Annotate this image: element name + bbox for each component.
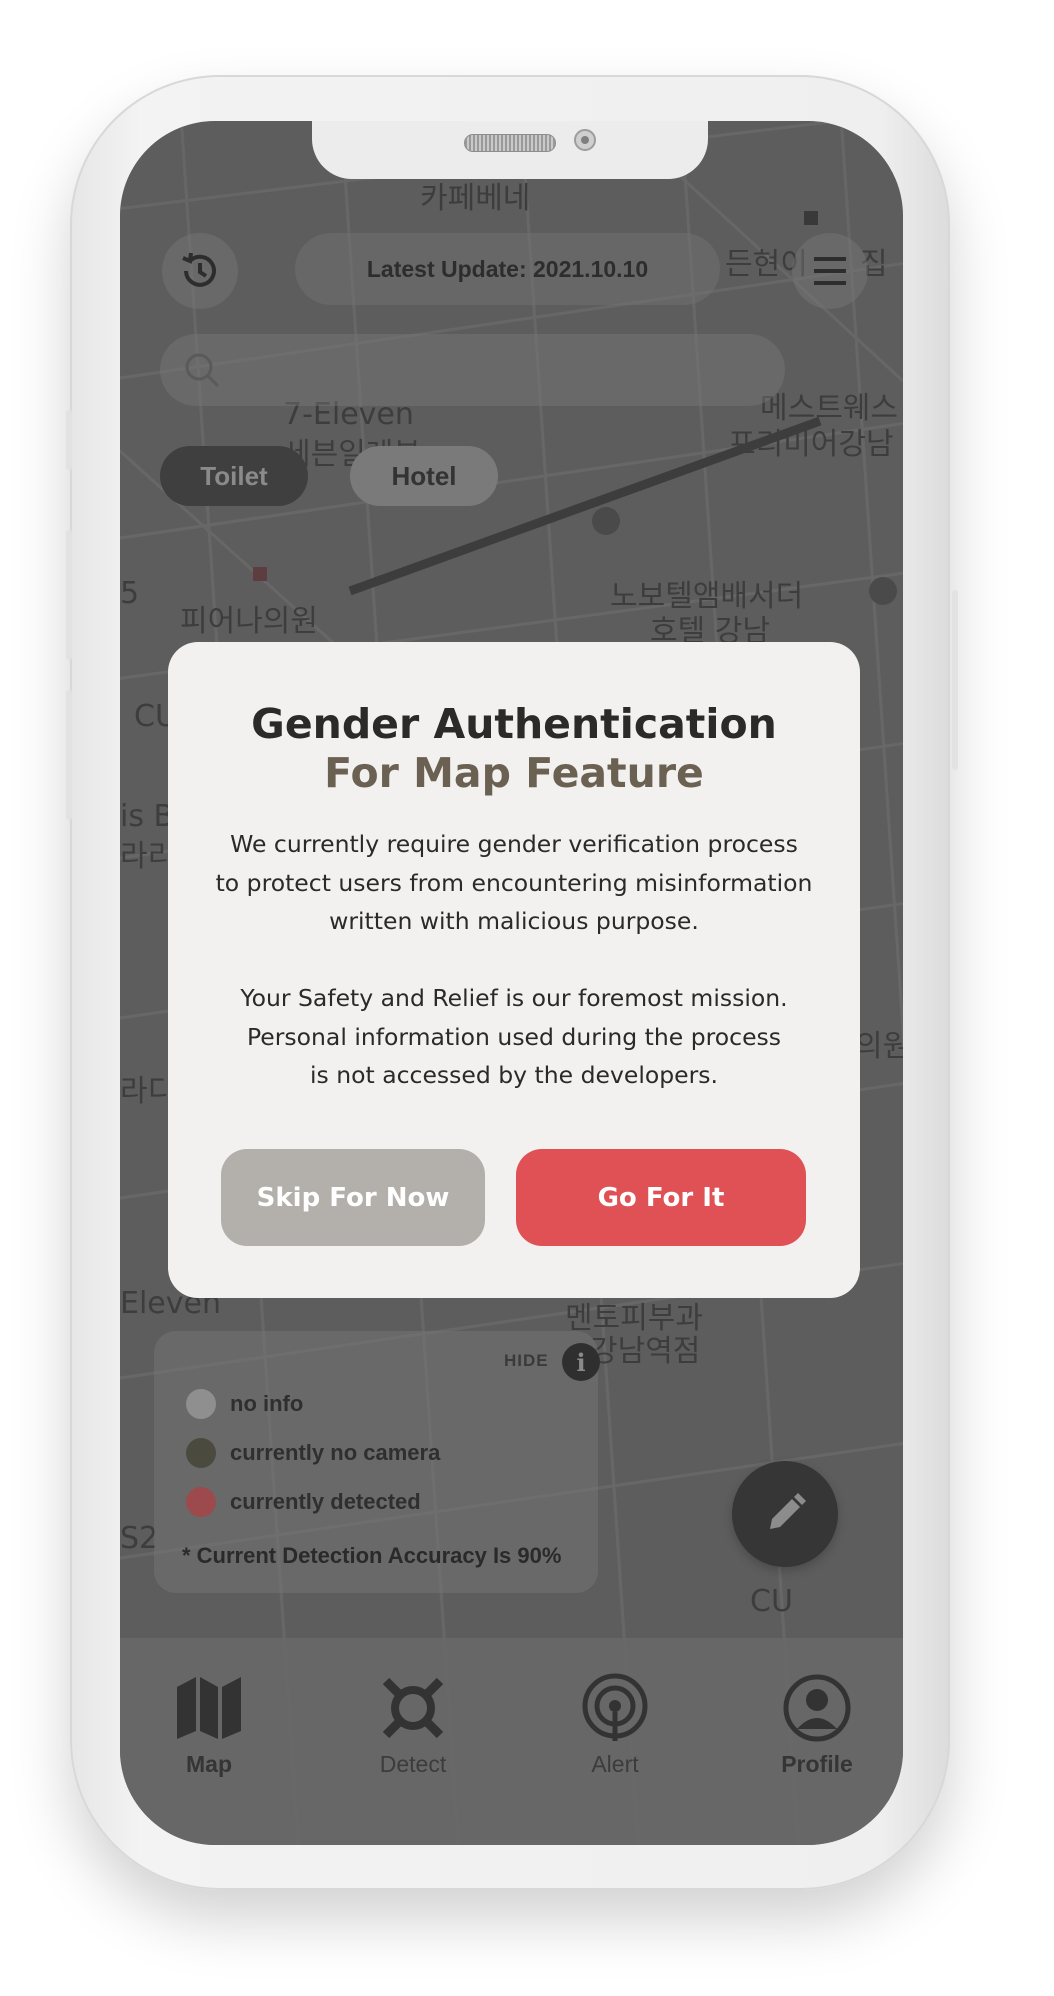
legend-panel: HIDE i no info currently no camera curre… <box>154 1331 600 1593</box>
hamburger-menu-icon <box>814 257 846 285</box>
phone-side-button <box>66 530 72 660</box>
nav-label: Map <box>186 1751 232 1777</box>
phone-side-button <box>66 410 72 470</box>
gender-authentication-dialog: Gender Authentication For Map Feature We… <box>168 642 860 1298</box>
dialog-text-line: written with malicious purpose. <box>329 907 699 935</box>
dialog-title: Gender Authentication <box>251 700 777 748</box>
dialog-text-line: to protect users from encountering misin… <box>215 868 813 897</box>
nav-item-map[interactable]: Map <box>139 1673 279 1778</box>
legend-label: currently detected <box>230 1489 421 1514</box>
history-button[interactable] <box>162 233 238 309</box>
nav-label: Detect <box>379 1751 447 1777</box>
phone-notch <box>312 121 708 179</box>
profile-icon <box>783 1674 851 1742</box>
detect-icon <box>382 1677 444 1739</box>
bottom-navigation: Map Detect Alert Profile <box>120 1638 903 1845</box>
skip-for-now-button[interactable]: Skip For Now <box>221 1149 485 1246</box>
latest-update-badge: Latest Update: 2021.10.10 <box>295 233 720 305</box>
pencil-icon <box>770 1493 806 1529</box>
detection-accuracy-note: * Current Detection Accuracy Is 90% <box>182 1543 562 1568</box>
menu-button[interactable] <box>792 233 868 309</box>
speaker-grille <box>464 134 556 152</box>
legend-hide-button[interactable]: HIDE <box>504 1351 549 1371</box>
write-report-button[interactable] <box>732 1461 838 1567</box>
dialog-paragraph: We currently require gender verification… <box>188 825 840 941</box>
history-icon <box>182 252 216 287</box>
search-icon <box>185 353 220 388</box>
legend-label: currently no camera <box>230 1440 441 1465</box>
legend-item: currently no camera <box>186 1438 440 1468</box>
nav-label: Profile <box>781 1751 853 1777</box>
dialog-subtitle: For Map Feature <box>324 749 704 797</box>
nav-item-profile[interactable]: Profile <box>747 1673 887 1778</box>
legend-dot-gray <box>186 1389 216 1419</box>
nav-label: Alert <box>591 1751 639 1777</box>
front-camera <box>574 129 596 151</box>
dialog-text-line: is not accessed by the developers. <box>310 1061 718 1089</box>
legend-dot-red <box>186 1487 216 1517</box>
map-icon <box>177 1677 241 1739</box>
alert-icon <box>582 1673 648 1741</box>
filter-chip-hotel[interactable]: Hotel <box>350 446 498 506</box>
legend-dot-dark <box>186 1438 216 1468</box>
legend-label: no info <box>230 1391 304 1416</box>
phone-side-button <box>66 690 72 820</box>
dialog-text-line: Your Safety and Relief is our foremost m… <box>240 984 788 1012</box>
legend-item: currently detected <box>186 1487 421 1517</box>
dialog-text-line: Personal information used during the pro… <box>246 1022 782 1051</box>
phone-side-button <box>952 590 958 770</box>
legend-item: no info <box>186 1389 303 1419</box>
nav-item-alert[interactable]: Alert <box>545 1673 685 1778</box>
info-icon[interactable]: i <box>562 1343 600 1381</box>
dialog-paragraph: Your Safety and Relief is our foremost m… <box>188 979 840 1095</box>
search-input[interactable] <box>160 334 785 406</box>
filter-chip-toilet[interactable]: Toilet <box>160 446 308 506</box>
nav-item-detect[interactable]: Detect <box>343 1673 483 1778</box>
go-for-it-button[interactable]: Go For It <box>516 1149 806 1246</box>
dialog-text-line: We currently require gender verification… <box>230 830 798 858</box>
